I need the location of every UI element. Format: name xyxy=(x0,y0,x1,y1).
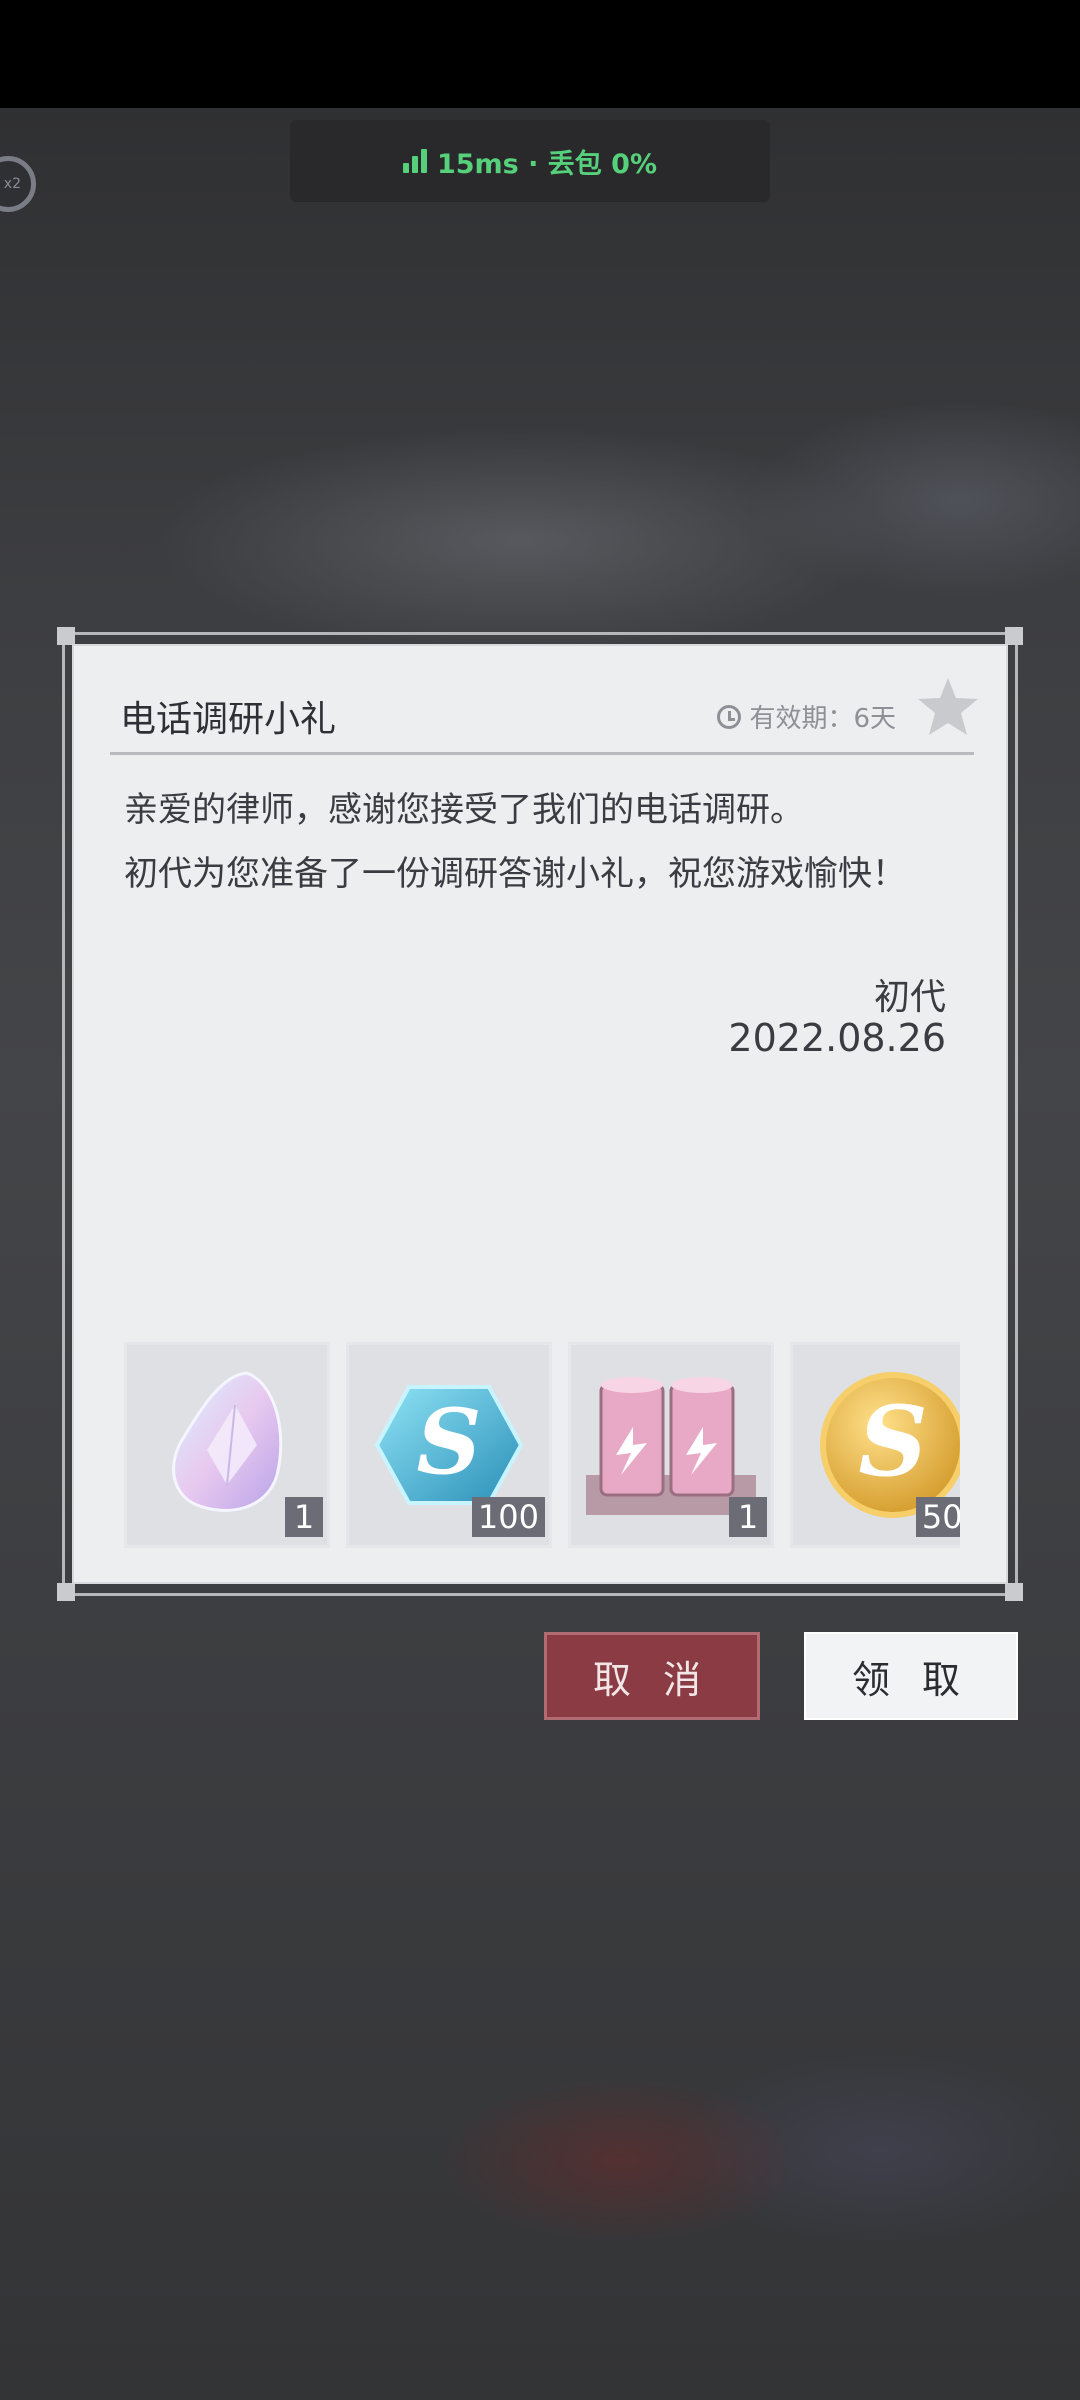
multiplier-badge-label: x2 xyxy=(3,176,21,192)
star-favorite-icon[interactable] xyxy=(916,676,980,738)
svg-text:S: S xyxy=(417,1389,482,1495)
status-bar xyxy=(0,0,1080,108)
reward-item[interactable]: 1 xyxy=(124,1342,330,1548)
cancel-button[interactable]: 取 消 xyxy=(544,1632,760,1720)
reward-item[interactable]: S 500 xyxy=(790,1342,960,1548)
reward-quantity: 100 xyxy=(471,1497,545,1537)
validity-text: 有效期：6天 xyxy=(749,704,896,734)
reward-quantity: 1 xyxy=(729,1497,767,1537)
reward-item[interactable]: S 100 xyxy=(346,1342,552,1548)
reward-list: 1 S 100 1 S 50 xyxy=(124,1342,960,1552)
mail-body-line: 初代为您准备了一份调研答谢小礼，祝您游戏愉快！ xyxy=(124,854,906,894)
mail-date: 2022.08.26 xyxy=(728,1016,946,1060)
title-divider xyxy=(110,752,974,755)
network-status: 15ms · 丢包 0% xyxy=(290,120,770,202)
claim-button[interactable]: 领 取 xyxy=(804,1632,1018,1720)
mail-body-line: 亲爱的律师，感谢您接受了我们的电话调研。 xyxy=(124,790,804,830)
network-status-text: 15ms · 丢包 0% xyxy=(436,148,658,180)
validity-label: 有效期：6天 xyxy=(717,698,896,735)
signal-icon xyxy=(402,149,427,173)
mail-dialog: 电话调研小礼 有效期：6天 亲爱的律师，感谢您接受了我们的电话调研。 初代为您准… xyxy=(72,644,1008,1584)
mail-title: 电话调研小礼 xyxy=(120,699,337,740)
mail-body: 亲爱的律师，感谢您接受了我们的电话调研。 初代为您准备了一份调研答谢小礼，祝您游… xyxy=(124,778,954,906)
reward-quantity: 1 xyxy=(285,1497,323,1537)
mail-signature: 初代 xyxy=(873,977,946,1018)
reward-item[interactable]: 1 xyxy=(568,1342,774,1548)
reward-quantity: 500 xyxy=(915,1497,960,1537)
clock-icon xyxy=(717,704,742,729)
svg-text:S: S xyxy=(858,1385,927,1498)
